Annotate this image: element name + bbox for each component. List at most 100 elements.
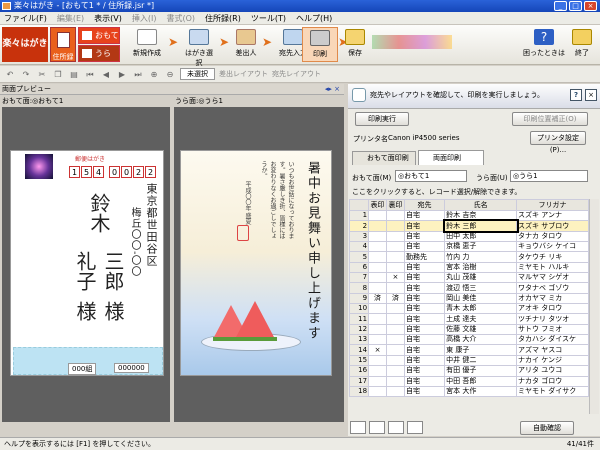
print-execute-button[interactable]: 印刷実行 xyxy=(355,112,409,126)
front-face-select[interactable]: ◎おもて1 xyxy=(395,170,467,182)
table-cell[interactable]: × xyxy=(368,344,387,356)
table-cell[interactable]: スズキ サブロウ xyxy=(516,220,589,232)
insert-record-icon[interactable] xyxy=(369,421,385,434)
menu-view[interactable]: 表示(V) xyxy=(94,13,122,24)
table-cell[interactable]: 鈴木 吉奈 xyxy=(444,209,518,222)
table-cell[interactable]: ナカタ ゴロウ xyxy=(516,375,589,387)
table-cell[interactable] xyxy=(368,334,387,346)
table-cell[interactable]: 自宅 xyxy=(403,261,446,274)
table-cell[interactable]: 2 xyxy=(348,220,370,232)
table-cell[interactable]: 自宅 xyxy=(403,354,446,367)
table-cell[interactable]: 16 xyxy=(348,365,370,377)
table-cell[interactable]: 岡山 美佳 xyxy=(444,292,518,305)
table-cell[interactable] xyxy=(386,354,405,367)
tab-both-print[interactable]: 両面印刷 xyxy=(418,150,484,165)
table-cell[interactable]: オカヤマ ミカ xyxy=(516,292,589,305)
table-cell[interactable]: サトウ フミオ xyxy=(516,323,589,336)
table-cell[interactable]: 8 xyxy=(348,282,370,294)
table-cell[interactable]: 3 xyxy=(348,230,370,243)
table-cell[interactable]: 佐藤 文雄 xyxy=(444,323,518,336)
last-record-icon[interactable]: ⏭ xyxy=(132,69,144,80)
table-cell[interactable]: 自宅 xyxy=(403,230,446,243)
help-button[interactable]: ? 困ったときは xyxy=(523,27,565,62)
table-cell[interactable] xyxy=(386,323,405,336)
new-button[interactable]: 新規作成 xyxy=(130,27,164,62)
table-row[interactable]: 15 自宅 中井 健二 ナカイ ケンジ xyxy=(348,354,589,367)
table-cell[interactable] xyxy=(386,334,405,346)
table-cell[interactable]: 4 xyxy=(348,241,370,253)
close-icon[interactable]: × xyxy=(585,89,597,101)
column-header[interactable]: 表印 xyxy=(368,199,387,211)
table-cell[interactable] xyxy=(368,303,387,315)
table-cell[interactable] xyxy=(368,209,387,222)
table-cell[interactable]: 済 xyxy=(368,292,387,305)
table-cell[interactable]: 京橋 恵子 xyxy=(444,241,518,253)
sender-layout-button[interactable]: 差出レイアウト xyxy=(219,69,268,79)
auto-confirm-button[interactable]: 自動確認 xyxy=(520,421,574,435)
table-cell[interactable]: アズマ ヤスコ xyxy=(516,344,589,356)
table-cell[interactable] xyxy=(386,241,405,253)
table-cell[interactable] xyxy=(368,272,387,284)
zoom-out-icon[interactable]: ⊖ xyxy=(164,69,176,80)
table-row[interactable]: 8 自宅 渡辺 悟三 ワタナベ ゴゾウ xyxy=(348,282,589,294)
table-cell[interactable] xyxy=(368,230,387,243)
column-header[interactable]: 宛先 xyxy=(403,199,446,211)
table-cell[interactable]: ミヤモト ダイサク xyxy=(516,385,589,398)
table-cell[interactable] xyxy=(386,230,405,243)
printer-settings-button[interactable]: プリンタ設定(P)... xyxy=(530,131,586,154)
maximize-button[interactable]: □ xyxy=(569,1,582,11)
edit-record-icon[interactable] xyxy=(407,421,423,434)
table-cell[interactable] xyxy=(386,282,405,294)
table-cell[interactable] xyxy=(368,354,387,367)
table-row[interactable]: 1 自宅 鈴木 吉奈 スズキ アンナ xyxy=(348,209,589,222)
table-cell[interactable] xyxy=(368,313,387,325)
sender-button[interactable]: 差出人 xyxy=(232,27,260,62)
table-cell[interactable]: マルヤマ シゲオ xyxy=(516,272,589,284)
help-icon[interactable]: ? xyxy=(570,89,582,101)
table-cell[interactable] xyxy=(386,375,405,387)
table-cell[interactable]: 有田 優子 xyxy=(444,365,518,377)
next-record-icon[interactable]: ▶ xyxy=(116,69,128,80)
column-header[interactable] xyxy=(348,199,370,211)
table-cell[interactable]: 渡辺 悟三 xyxy=(444,282,518,294)
add-record-icon[interactable] xyxy=(350,421,366,434)
table-cell[interactable]: 自宅 xyxy=(403,313,446,325)
copy-icon[interactable]: ❐ xyxy=(52,69,64,80)
table-cell[interactable]: 自宅 xyxy=(403,375,446,387)
table-cell[interactable]: 竹内 力 xyxy=(444,251,518,263)
table-cell[interactable] xyxy=(386,365,405,377)
table-cell[interactable]: 丸山 茂雄 xyxy=(444,272,518,284)
tab-front-print[interactable]: おもて面印刷 xyxy=(352,151,416,165)
redo-icon[interactable]: ↷ xyxy=(20,69,32,80)
table-cell[interactable]: 宮本 大作 xyxy=(444,385,518,398)
table-cell[interactable]: × xyxy=(386,272,405,284)
table-cell[interactable]: 済 xyxy=(386,292,405,305)
menu-help[interactable]: ヘルプ(H) xyxy=(296,13,332,24)
menu-format[interactable]: 書式(O) xyxy=(166,13,195,24)
column-header[interactable]: 氏名 xyxy=(444,199,518,211)
zoom-icon[interactable]: ⊕ xyxy=(148,69,160,80)
table-cell[interactable]: 14 xyxy=(348,344,370,356)
table-cell[interactable] xyxy=(368,261,387,274)
back-face-select[interactable]: ◎うら1 xyxy=(510,170,588,182)
exit-button[interactable]: 終了 xyxy=(570,27,594,62)
table-cell[interactable] xyxy=(386,220,405,232)
table-row[interactable]: 6 自宅 宮本 治樹 ミヤモト ハルキ xyxy=(348,261,589,274)
table-cell[interactable]: 自宅 xyxy=(403,272,446,284)
table-row[interactable]: 3 自宅 田中 太郎 タナカ タロウ xyxy=(348,230,589,243)
table-cell[interactable]: 青木 太郎 xyxy=(444,303,518,315)
menu-address-book[interactable]: 住所録(R) xyxy=(205,13,241,24)
table-row[interactable]: 9 済済自宅 岡山 美佳 オカヤマ ミカ xyxy=(348,292,589,305)
table-cell[interactable]: ミヤモト ハルキ xyxy=(516,261,589,274)
table-cell[interactable]: 自宅 xyxy=(403,220,446,232)
table-cell[interactable]: 宮本 治樹 xyxy=(444,261,518,274)
table-cell[interactable] xyxy=(368,365,387,377)
table-row[interactable]: 14 × 自宅東 康子 アズマ ヤスコ xyxy=(348,344,589,356)
table-cell[interactable]: 15 xyxy=(348,354,370,367)
table-row[interactable]: 17 自宅 中田 吾郎 ナカタ ゴロウ xyxy=(348,375,589,387)
table-row[interactable]: 5 勤務先 竹内 力タケウチ リキ xyxy=(348,251,589,263)
table-cell[interactable]: 5 xyxy=(348,251,370,263)
menu-edit[interactable]: 編集(E) xyxy=(57,13,84,24)
table-cell[interactable] xyxy=(386,261,405,274)
front-card[interactable]: 郵便はがき 1540022 東京都世田谷区 梅丘〇〇-〇〇 鈴木 三郎 礼子 様… xyxy=(10,150,164,376)
